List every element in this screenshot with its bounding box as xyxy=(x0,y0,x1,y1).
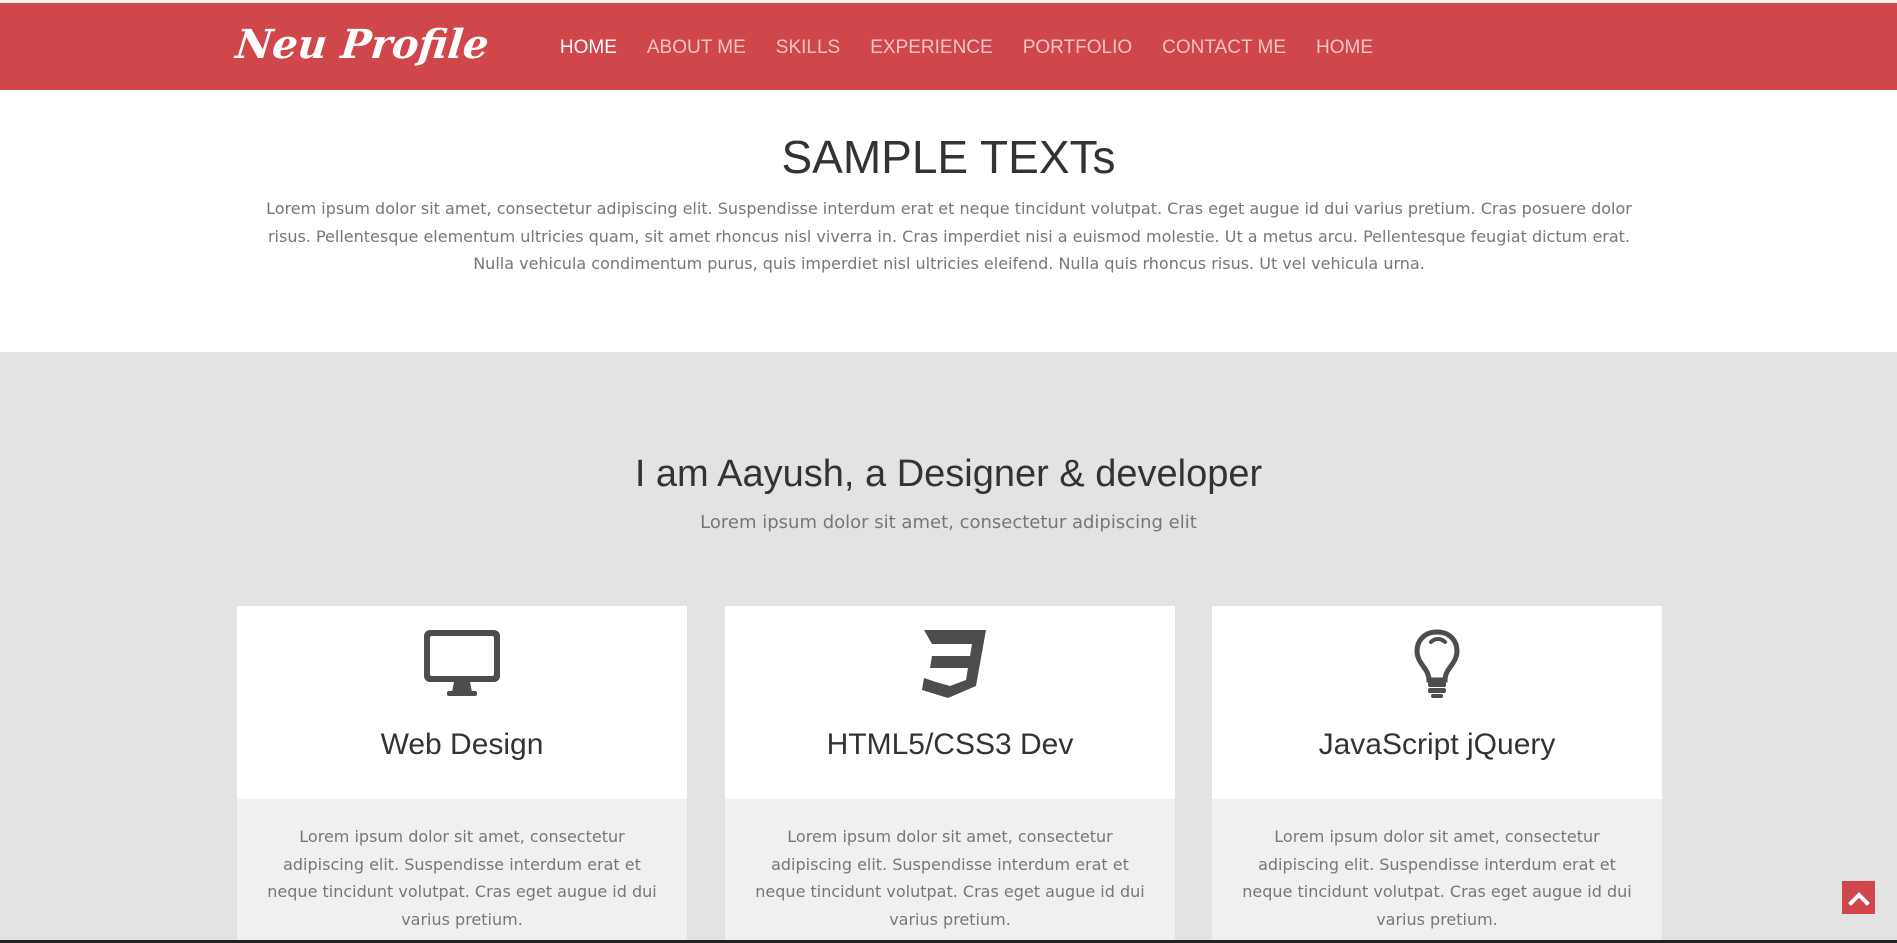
lightbulb-icon xyxy=(1212,628,1662,702)
services-section: I am Aayush, a Designer & developer Lore… xyxy=(0,352,1897,943)
nav-item-contact-me[interactable]: CONTACT ME xyxy=(1162,37,1286,59)
card-text: Lorem ipsum dolor sit amet, consectetur … xyxy=(237,799,687,943)
card-text: Lorem ipsum dolor sit amet, consectetur … xyxy=(1212,799,1662,943)
card-title: HTML5/CSS3 Dev xyxy=(826,728,1074,761)
card-header: HTML5/CSS3 Dev xyxy=(725,606,1175,799)
service-card-javascript: JavaScript jQuery Lorem ipsum dolor sit … xyxy=(1212,606,1662,943)
back-to-top-button[interactable] xyxy=(1842,881,1875,914)
services-heading: I am Aayush, a Designer & developer xyxy=(634,453,1263,495)
nav-item-home-2[interactable]: HOME xyxy=(1316,37,1373,59)
intro-section: SAMPLE TEXTs Lorem ipsum dolor sit amet,… xyxy=(0,90,1897,352)
navbar: Neu Profile HOME ABOUT ME SKILLS EXPERIE… xyxy=(0,3,1897,90)
nav-item-skills[interactable]: SKILLS xyxy=(776,37,840,59)
intro-title: SAMPLE TEXTs xyxy=(781,131,1116,183)
nav-item-about-me[interactable]: ABOUT ME xyxy=(647,37,746,59)
service-card-html-css: HTML5/CSS3 Dev Lorem ipsum dolor sit ame… xyxy=(725,606,1175,943)
card-header: JavaScript jQuery xyxy=(1212,606,1662,799)
brand-logo[interactable]: Neu Profile xyxy=(234,21,492,68)
service-card-web-design: Web Design Lorem ipsum dolor sit amet, c… xyxy=(237,606,687,943)
nav-item-experience[interactable]: EXPERIENCE xyxy=(870,37,992,59)
chevron-up-icon xyxy=(1847,891,1870,906)
intro-body: Lorem ipsum dolor sit amet, consectetur … xyxy=(266,199,1632,273)
card-text: Lorem ipsum dolor sit amet, consectetur … xyxy=(725,799,1175,943)
css3-icon xyxy=(725,628,1175,702)
nav-item-portfolio[interactable]: PORTFOLIO xyxy=(1023,37,1132,59)
nav-item-home[interactable]: HOME xyxy=(560,37,617,59)
card-title: JavaScript jQuery xyxy=(1318,728,1556,761)
services-subheading: Lorem ipsum dolor sit amet, consectetur … xyxy=(700,512,1197,533)
card-header: Web Design xyxy=(237,606,687,799)
main-nav: HOME ABOUT ME SKILLS EXPERIENCE PORTFOLI… xyxy=(530,37,1373,59)
card-title: Web Design xyxy=(380,728,544,761)
desktop-icon xyxy=(237,628,687,702)
